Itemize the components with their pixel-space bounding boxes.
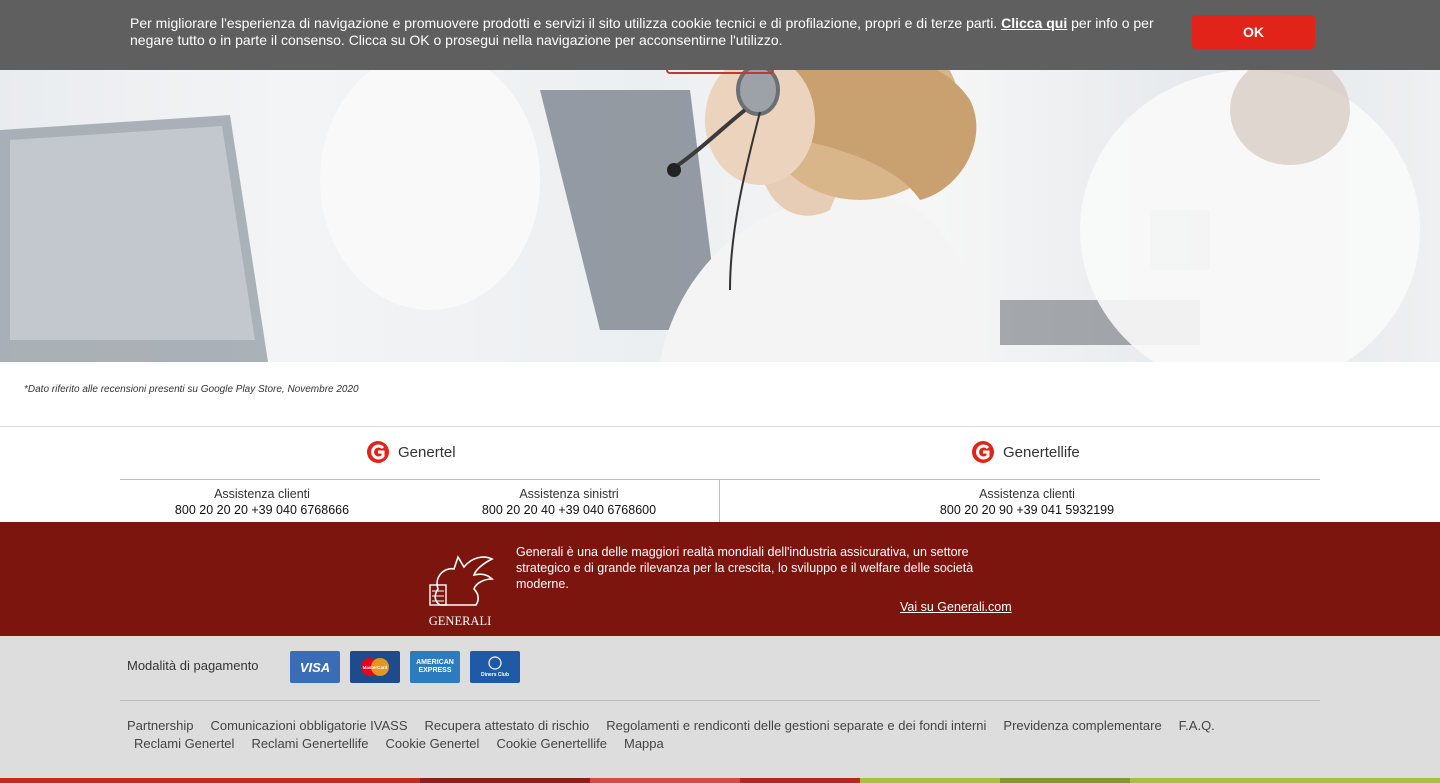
diners-card-icon: Diners Club bbox=[470, 651, 520, 683]
genertellife-assistenza-clienti: Assistenza clienti 800 20 20 90 +39 041 … bbox=[927, 486, 1127, 518]
rating-footnote: *Dato riferito alle recensioni presenti … bbox=[24, 384, 359, 395]
genertellife-logo-icon bbox=[972, 441, 994, 463]
cookie-banner: Per migliorare l'esperienza di navigazio… bbox=[0, 0, 1440, 70]
visa-card-icon: VISA bbox=[290, 651, 340, 683]
footer-links: Partnership Comunicazioni obbligatorie I… bbox=[127, 718, 1327, 752]
contact-divider bbox=[120, 479, 1320, 480]
payment-cards: VISA MasterCard AMERICAN EXPRESS Diners … bbox=[290, 651, 520, 683]
footer-link-previdenza[interactable]: Previdenza complementare bbox=[1003, 718, 1161, 734]
footer-link-mappa[interactable]: Mappa bbox=[624, 736, 664, 752]
genertel-brand: Genertel bbox=[366, 440, 456, 464]
footer-link-regolamenti[interactable]: Regolamenti e rendiconti delle gestioni … bbox=[606, 718, 986, 734]
genertel-logo-icon bbox=[367, 441, 389, 463]
contact-label: Assistenza clienti bbox=[214, 487, 310, 501]
footer-link-attestato-rischio[interactable]: Recupera attestato di rischio bbox=[425, 718, 590, 734]
contact-label: Assistenza clienti bbox=[979, 487, 1075, 501]
mastercard-logo-icon: MasterCard bbox=[361, 658, 389, 676]
mastercard-text: MasterCard bbox=[363, 665, 388, 670]
genertel-assistenza-clienti: Assistenza clienti 800 20 20 20 +39 040 … bbox=[162, 486, 362, 518]
cookie-info-link[interactable]: Clicca qui bbox=[1001, 15, 1067, 31]
footer-link-faq[interactable]: F.A.Q. bbox=[1179, 718, 1215, 734]
contact-phone-numbers[interactable]: 800 20 20 40 +39 040 6768600 bbox=[469, 502, 669, 518]
bottom-color-strip bbox=[0, 778, 1440, 783]
cookie-text-before: Per migliorare l'esperienza di navigazio… bbox=[130, 15, 1002, 31]
contact-vertical-divider bbox=[719, 479, 720, 522]
generali-lion-logo[interactable]: GENERALI bbox=[424, 549, 496, 629]
diners-text: Diners Club bbox=[481, 672, 509, 678]
footer-link-reclami-genertel[interactable]: Reclami Genertel bbox=[134, 736, 234, 752]
footer-link-partnership[interactable]: Partnership bbox=[127, 718, 193, 734]
generali-description: Generali è una delle maggiori realtà mon… bbox=[516, 545, 974, 591]
generali-section: GENERALI Generali è una delle maggiori r… bbox=[0, 522, 1440, 636]
genertel-name: Genertel bbox=[398, 443, 456, 461]
footer-link-cookie-genertellife[interactable]: Cookie Genertellife bbox=[496, 736, 607, 752]
payment-methods-label: Modalità di pagamento bbox=[127, 658, 259, 673]
footer-link-comunicazioni-ivass[interactable]: Comunicazioni obbligatorie IVASS bbox=[210, 718, 407, 734]
contact-phone-numbers[interactable]: 800 20 20 20 +39 040 6768666 bbox=[162, 502, 362, 518]
contact-phone-numbers[interactable]: 800 20 20 90 +39 041 5932199 bbox=[927, 502, 1127, 518]
cookie-text: Per migliorare l'esperienza di navigazio… bbox=[130, 15, 1170, 49]
generali-logo-text: GENERALI bbox=[429, 614, 492, 628]
amex-card-icon: AMERICAN EXPRESS bbox=[410, 651, 460, 683]
diners-logo-icon: Diners Club bbox=[481, 656, 509, 678]
genertel-assistenza-sinistri: Assistenza sinistri 800 20 20 40 +39 040… bbox=[469, 486, 669, 518]
divider bbox=[0, 426, 1440, 427]
generali-site-link[interactable]: Vai su Generali.com bbox=[900, 600, 1012, 614]
footer-link-reclami-genertellife[interactable]: Reclami Genertellife bbox=[251, 736, 368, 752]
genertellife-name: Genertellife bbox=[1003, 443, 1080, 461]
footer-divider bbox=[120, 700, 1320, 701]
contact-label: Assistenza sinistri bbox=[519, 487, 619, 501]
footer-link-cookie-genertel[interactable]: Cookie Genertel bbox=[385, 736, 479, 752]
cookie-ok-button[interactable]: OK bbox=[1192, 15, 1315, 49]
mastercard-card-icon: MasterCard bbox=[350, 651, 400, 683]
footer: Modalità di pagamento VISA MasterCard AM… bbox=[0, 636, 1440, 783]
genertellife-brand: Genertellife bbox=[971, 440, 1080, 464]
